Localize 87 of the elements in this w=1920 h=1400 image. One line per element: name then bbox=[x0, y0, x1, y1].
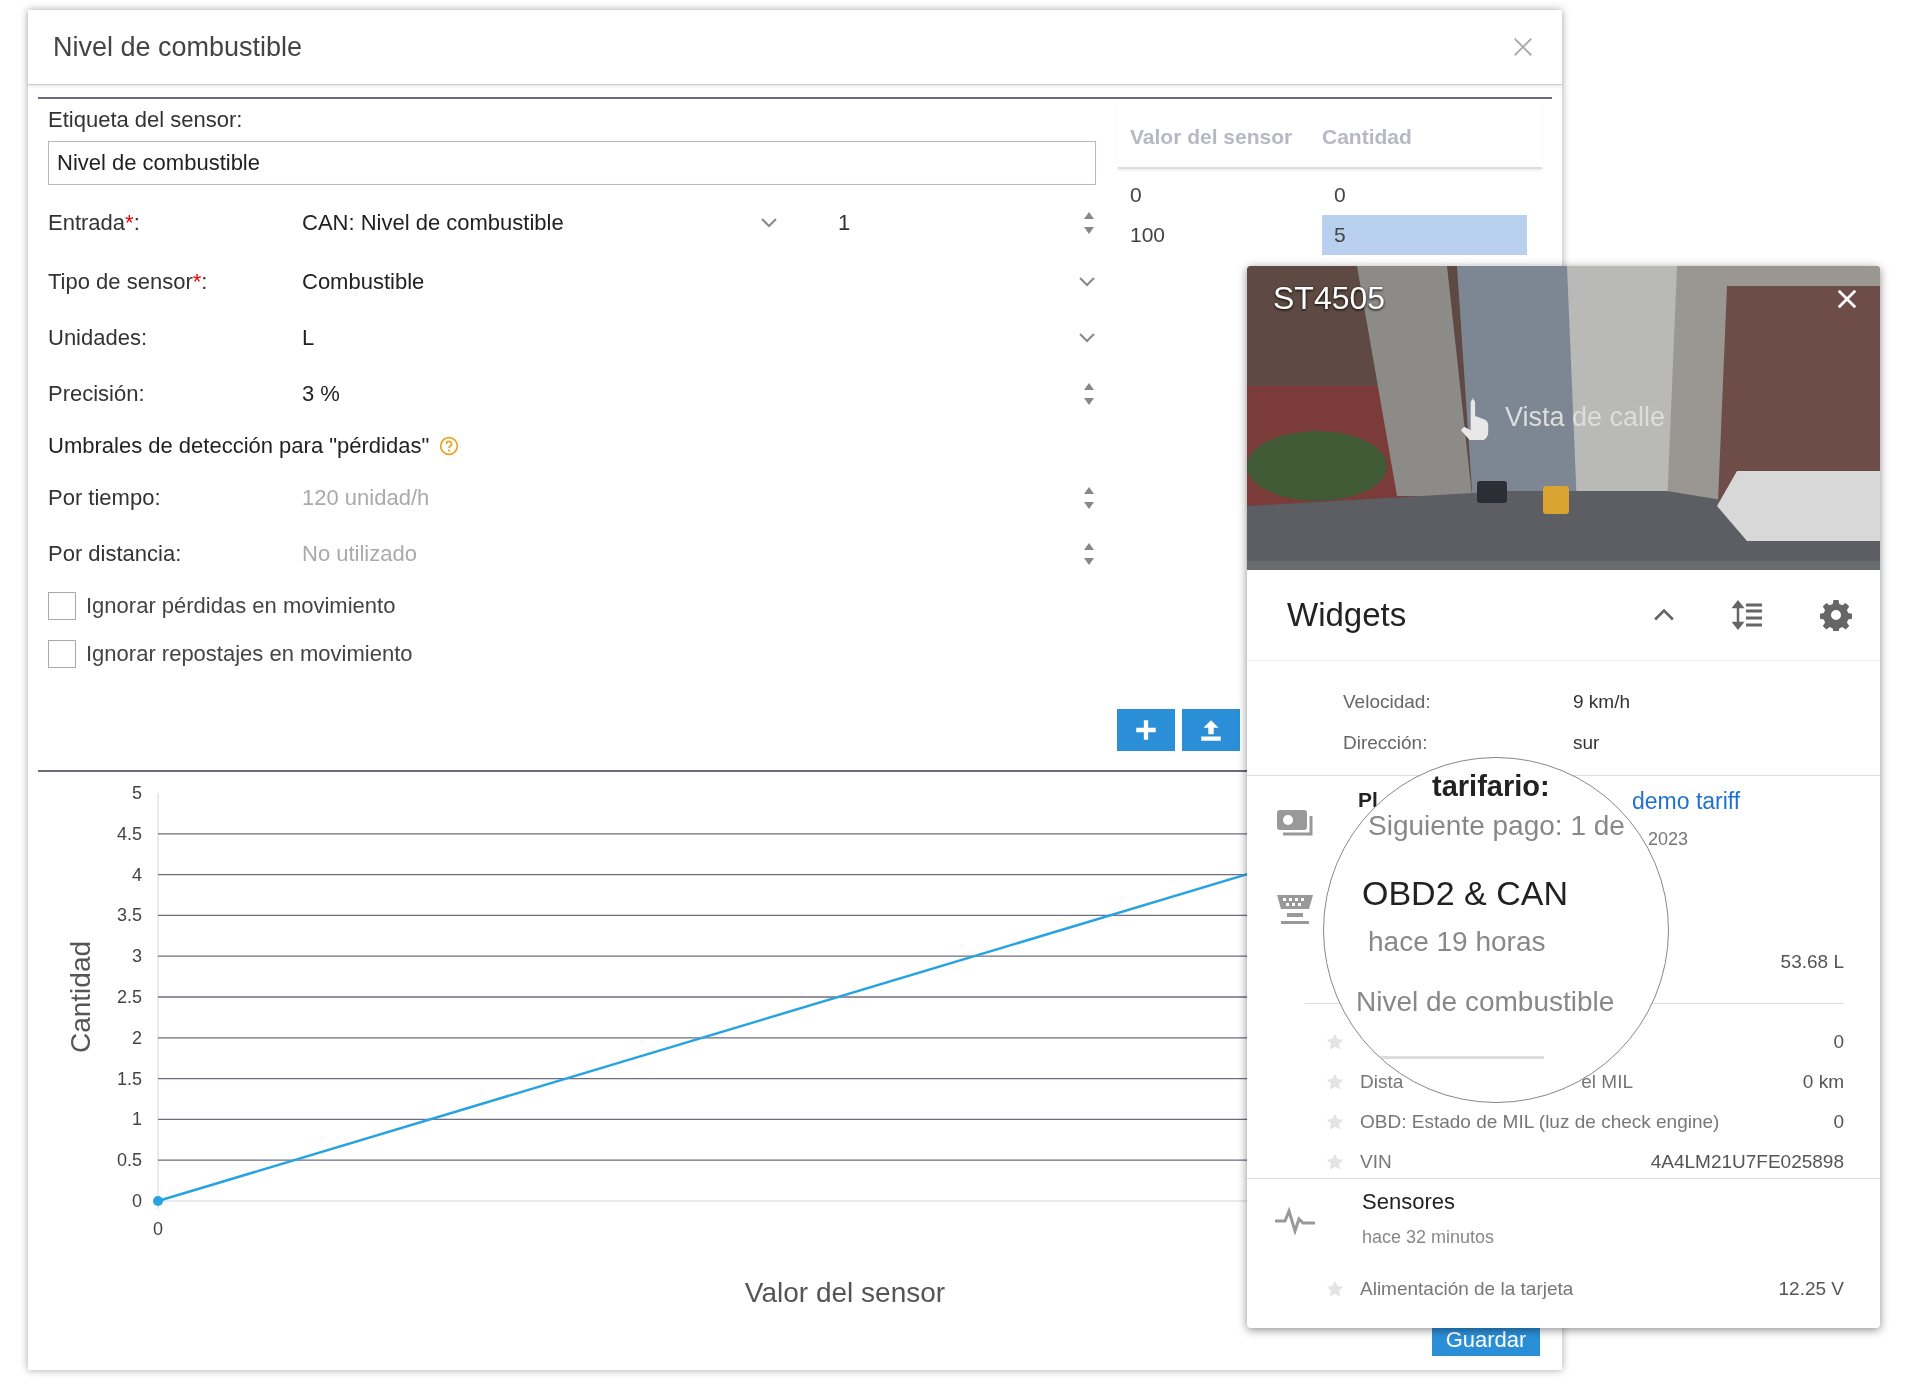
field-value: sur bbox=[1573, 731, 1600, 754]
payment-date: 2023 bbox=[1648, 829, 1689, 850]
axis-title: Cantidad bbox=[65, 940, 96, 1054]
parameter-value: 0 km bbox=[1802, 1071, 1844, 1093]
parameter-name: el MIL bbox=[1581, 1071, 1634, 1093]
magnified-text: Nivel de combustible bbox=[1356, 986, 1615, 1018]
parameter-value: 0 bbox=[1833, 1031, 1844, 1053]
panel-title: Widgets bbox=[1287, 596, 1408, 634]
chevron-down-icon bbox=[1078, 276, 1096, 288]
parameter-value: 0 bbox=[1833, 1111, 1844, 1133]
tick-label: 0 bbox=[132, 1191, 142, 1211]
field-value: 9 km/h bbox=[1573, 690, 1631, 713]
add-button[interactable] bbox=[1117, 709, 1175, 751]
text-field[interactable]: Nivel de combustible bbox=[48, 141, 1096, 185]
tick-label: 2.5 bbox=[116, 987, 142, 1007]
field-label: Por tiempo: bbox=[48, 485, 162, 511]
chevron-up-icon[interactable] bbox=[1652, 607, 1676, 623]
table-cell[interactable]: 5 bbox=[1322, 215, 1527, 255]
settings-icon[interactable] bbox=[1820, 599, 1852, 631]
spinner-icon bbox=[1082, 541, 1096, 567]
plot-point bbox=[153, 1196, 163, 1206]
tick-label: 3.5 bbox=[116, 905, 142, 926]
chevron-down-icon bbox=[1078, 332, 1096, 344]
column-header: Valor del sensor bbox=[1129, 125, 1294, 149]
field-label: Etiqueta del sensor: bbox=[48, 106, 244, 134]
star-icon[interactable] bbox=[1325, 1152, 1345, 1172]
select-field[interactable]: Combustible bbox=[302, 269, 1096, 295]
star-icon[interactable] bbox=[1325, 1032, 1345, 1052]
column-header: Cantidad bbox=[1322, 125, 1412, 149]
checkbox-label: Ignorar repostajes en movimiento bbox=[86, 641, 413, 667]
field-label: Dirección: bbox=[1343, 731, 1429, 754]
table-cell[interactable]: 0 bbox=[1118, 175, 1322, 215]
tick-label: 2 bbox=[132, 1027, 142, 1048]
checkbox[interactable] bbox=[48, 592, 76, 620]
section-heading: Umbrales de detección para "pérdidas" bbox=[48, 433, 430, 459]
number-field[interactable]: 1 bbox=[838, 210, 1096, 236]
line-spacing-icon[interactable] bbox=[1732, 599, 1764, 631]
magnified-text: tarifario: bbox=[1432, 770, 1550, 803]
spinner-icon bbox=[1082, 210, 1096, 236]
parameter-name: VIN bbox=[1360, 1151, 1392, 1173]
select-field[interactable]: L bbox=[302, 325, 1096, 351]
upload-button[interactable] bbox=[1182, 709, 1240, 751]
tick-label: 1.5 bbox=[116, 1068, 142, 1089]
number-field[interactable]: 3 % bbox=[302, 381, 1096, 407]
magnified-text: OBD2 & CAN bbox=[1362, 874, 1568, 913]
select-field[interactable]: CAN: Nivel de combustible bbox=[302, 210, 788, 236]
spinner-icon bbox=[1082, 381, 1096, 407]
table-cell[interactable]: 0 bbox=[1322, 175, 1527, 215]
dialog-title: Nivel de combustible bbox=[53, 31, 303, 63]
tick-label: 3 bbox=[132, 946, 142, 967]
tick-label: 4 bbox=[132, 864, 142, 885]
checkbox-label: Ignorar pérdidas en movimiento bbox=[86, 593, 396, 619]
star-icon[interactable] bbox=[1325, 1279, 1345, 1299]
parameter-value: 12.25 V bbox=[1778, 1278, 1844, 1300]
plan-label: Pl bbox=[1358, 788, 1378, 812]
spinner-icon bbox=[1082, 485, 1096, 511]
field-value: 53.68 L bbox=[1780, 951, 1844, 973]
field-label: Unidades: bbox=[48, 325, 149, 351]
field-label: Por distancia: bbox=[48, 541, 183, 567]
plus-icon bbox=[1133, 717, 1159, 743]
parameter-name: Dista bbox=[1360, 1071, 1404, 1093]
field-label: Entrada*: bbox=[48, 210, 141, 236]
help-icon[interactable] bbox=[439, 436, 460, 456]
field-label: Tipo de sensor*: bbox=[48, 269, 209, 295]
unit-name: ST4505 bbox=[1273, 280, 1386, 317]
field-label: Velocidad: bbox=[1343, 690, 1432, 713]
chevron-down-icon bbox=[760, 217, 778, 229]
tick-label: 1 bbox=[132, 1109, 142, 1130]
tariff-link[interactable]: demo tariff bbox=[1632, 790, 1741, 813]
field-label: Precisión: bbox=[48, 381, 146, 407]
parameter-name: OBD: Estado de MIL (luz de check engine) bbox=[1360, 1111, 1720, 1133]
magnified-text: hace 19 horas bbox=[1368, 926, 1546, 958]
star-icon[interactable] bbox=[1325, 1072, 1345, 1092]
tick-label: 0 bbox=[153, 1219, 163, 1239]
pulse-icon bbox=[1275, 1205, 1315, 1235]
parameter-value: 4A4LM21U7FE025898 bbox=[1650, 1151, 1844, 1173]
table-cell[interactable]: 100 bbox=[1118, 215, 1322, 255]
star-icon[interactable] bbox=[1325, 1112, 1345, 1132]
tick-label: 4.5 bbox=[116, 823, 142, 844]
parameter-name: Alimentación de la tarjeta bbox=[1360, 1278, 1574, 1300]
timestamp: hace 32 minutos bbox=[1362, 1227, 1495, 1248]
magnified-text: Siguiente pago: 1 de bbox=[1368, 810, 1625, 842]
tick-label: 5 bbox=[132, 783, 142, 803]
axis-title: Valor del sensor bbox=[744, 1277, 946, 1308]
section-title: Sensores bbox=[1362, 1189, 1455, 1215]
checkbox[interactable] bbox=[48, 640, 76, 668]
tick-label: 0.5 bbox=[116, 1150, 142, 1171]
